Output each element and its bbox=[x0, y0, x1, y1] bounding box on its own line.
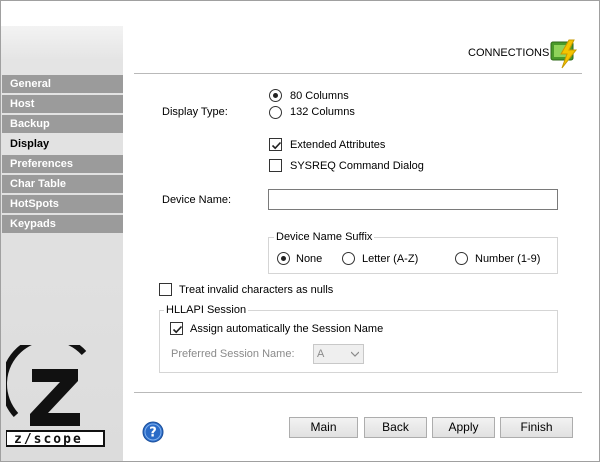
assign-auto-checkbox[interactable] bbox=[170, 322, 183, 335]
apply-button[interactable]: Apply bbox=[432, 417, 495, 438]
assign-auto-label[interactable]: Assign automatically the Session Name bbox=[190, 323, 383, 335]
sidebar-item-backup[interactable]: Backup bbox=[2, 115, 123, 133]
radio-80-columns-label[interactable]: 80 Columns bbox=[290, 90, 349, 102]
connections-lightning-icon bbox=[550, 39, 578, 69]
checkmark-icon bbox=[271, 141, 282, 150]
radio-80-columns[interactable] bbox=[269, 89, 282, 102]
preferred-session-select[interactable]: A bbox=[313, 344, 364, 364]
radio-suffix-none[interactable] bbox=[277, 252, 290, 265]
device-name-label: Device Name: bbox=[162, 194, 232, 206]
sidebar-item-general[interactable]: General bbox=[2, 75, 123, 93]
main-button[interactable]: Main bbox=[289, 417, 358, 438]
radio-132-columns[interactable] bbox=[269, 106, 282, 119]
zscope-logo: z/scope bbox=[6, 345, 105, 447]
sysreq-dialog-label[interactable]: SYSREQ Command Dialog bbox=[290, 160, 424, 172]
help-icon[interactable]: ? bbox=[142, 421, 164, 443]
radio-suffix-number-label[interactable]: Number (1-9) bbox=[475, 253, 540, 265]
sidebar-item-preferences[interactable]: Preferences bbox=[2, 155, 123, 173]
device-name-input[interactable] bbox=[268, 189, 558, 210]
page-title: CONNECTIONS bbox=[468, 47, 550, 59]
preferred-session-label: Preferred Session Name: bbox=[171, 348, 295, 360]
sysreq-dialog-checkbox[interactable] bbox=[269, 159, 282, 172]
radio-suffix-letter[interactable] bbox=[342, 252, 355, 265]
treat-invalid-nulls-checkbox[interactable] bbox=[159, 283, 172, 296]
checkmark-icon bbox=[172, 325, 183, 334]
sidebar-item-keypads[interactable]: Keypads bbox=[2, 215, 123, 233]
display-type-label: Display Type: bbox=[162, 106, 228, 118]
header-divider bbox=[134, 73, 582, 74]
sidebar-item-hotspots[interactable]: HotSpots bbox=[2, 195, 123, 213]
hllapi-session-title: HLLAPI Session bbox=[164, 304, 249, 316]
radio-132-columns-label[interactable]: 132 Columns bbox=[290, 106, 355, 118]
sidebar-item-char-table[interactable]: Char Table bbox=[2, 175, 123, 193]
sidebar-item-host[interactable]: Host bbox=[2, 95, 123, 113]
footer-divider bbox=[134, 392, 582, 393]
radio-suffix-letter-label[interactable]: Letter (A-Z) bbox=[362, 253, 418, 265]
finish-button[interactable]: Finish bbox=[500, 417, 573, 438]
chevron-down-icon bbox=[351, 351, 359, 357]
preferred-session-value: A bbox=[317, 348, 325, 360]
svg-text:z/scope: z/scope bbox=[14, 432, 83, 447]
svg-text:?: ? bbox=[149, 426, 157, 441]
extended-attributes-label[interactable]: Extended Attributes bbox=[290, 139, 385, 151]
radio-suffix-none-label[interactable]: None bbox=[296, 253, 322, 265]
treat-invalid-nulls-label[interactable]: Treat invalid characters as nulls bbox=[179, 284, 333, 296]
back-button[interactable]: Back bbox=[364, 417, 427, 438]
device-name-suffix-title: Device Name Suffix bbox=[274, 231, 375, 243]
radio-suffix-number[interactable] bbox=[455, 252, 468, 265]
extended-attributes-checkbox[interactable] bbox=[269, 138, 282, 151]
sidebar-item-display[interactable]: Display bbox=[2, 135, 123, 153]
